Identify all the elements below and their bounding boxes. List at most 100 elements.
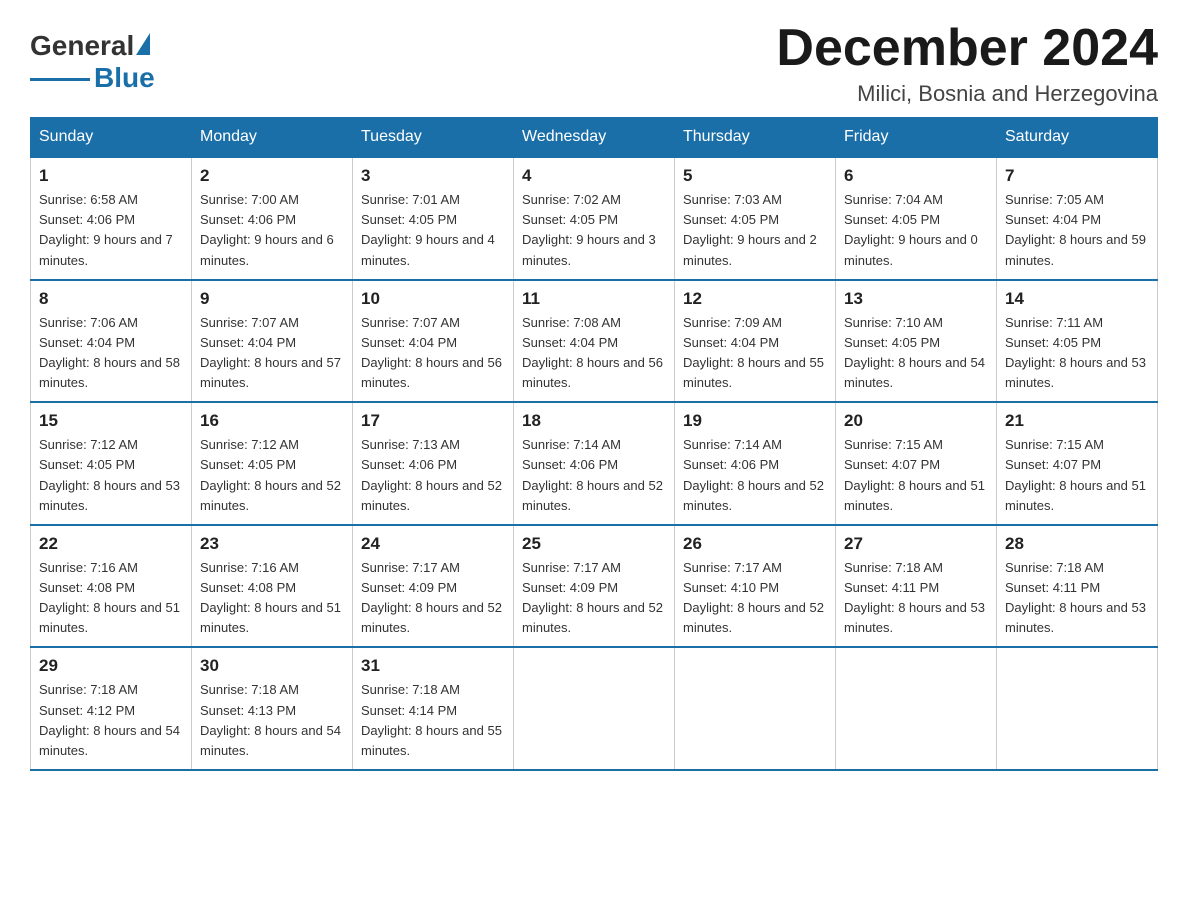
day-number: 20 (844, 411, 988, 431)
day-info: Sunrise: 7:15 AMSunset: 4:07 PMDaylight:… (1005, 435, 1149, 516)
day-info: Sunrise: 7:18 AMSunset: 4:14 PMDaylight:… (361, 680, 505, 761)
day-number: 1 (39, 166, 183, 186)
weekday-header: Monday (192, 118, 353, 158)
day-number: 26 (683, 534, 827, 554)
title-block: December 2024 Milici, Bosnia and Herzego… (776, 20, 1158, 107)
day-info: Sunrise: 7:17 AMSunset: 4:09 PMDaylight:… (361, 558, 505, 639)
day-info: Sunrise: 7:06 AMSunset: 4:04 PMDaylight:… (39, 313, 183, 394)
day-number: 4 (522, 166, 666, 186)
month-title: December 2024 (776, 20, 1158, 77)
day-info: Sunrise: 7:17 AMSunset: 4:09 PMDaylight:… (522, 558, 666, 639)
day-info: Sunrise: 7:05 AMSunset: 4:04 PMDaylight:… (1005, 190, 1149, 271)
calendar-cell: 11 Sunrise: 7:08 AMSunset: 4:04 PMDayligh… (514, 280, 675, 403)
day-number: 5 (683, 166, 827, 186)
calendar-cell (675, 647, 836, 770)
day-info: Sunrise: 7:14 AMSunset: 4:06 PMDaylight:… (522, 435, 666, 516)
calendar-cell: 25Sunrise: 7:17 AMSunset: 4:09 PMDayligh… (514, 525, 675, 648)
calendar-cell: 28 Sunrise: 7:18 AMSunset: 4:11 PMDayligh… (997, 525, 1158, 648)
day-info: Sunrise: 7:00 AMSunset: 4:06 PMDaylight:… (200, 190, 344, 271)
day-info: Sunrise: 7:16 AMSunset: 4:08 PMDaylight:… (200, 558, 344, 639)
day-number: 9 (200, 289, 344, 309)
calendar-cell: 26Sunrise: 7:17 AMSunset: 4:10 PMDayligh… (675, 525, 836, 648)
day-info: Sunrise: 7:12 AMSunset: 4:05 PMDaylight:… (39, 435, 183, 516)
day-info: Sunrise: 7:15 AMSunset: 4:07 PMDaylight:… (844, 435, 988, 516)
calendar-cell: 29 Sunrise: 7:18 AMSunset: 4:12 PMDayligh… (31, 647, 192, 770)
day-info: Sunrise: 7:04 AMSunset: 4:05 PMDaylight:… (844, 190, 988, 271)
calendar-header-row: SundayMondayTuesdayWednesdayThursdayFrid… (31, 118, 1158, 158)
calendar-cell: 16 Sunrise: 7:12 AMSunset: 4:05 PMDayligh… (192, 402, 353, 525)
day-number: 14 (1005, 289, 1149, 309)
calendar-cell (514, 647, 675, 770)
logo-triangle-icon (136, 33, 150, 55)
calendar-cell: 14 Sunrise: 7:11 AMSunset: 4:05 PMDayligh… (997, 280, 1158, 403)
day-number: 23 (200, 534, 344, 554)
day-number: 12 (683, 289, 827, 309)
calendar-cell: 22 Sunrise: 7:16 AMSunset: 4:08 PMDayligh… (31, 525, 192, 648)
day-info: Sunrise: 7:11 AMSunset: 4:05 PMDaylight:… (1005, 313, 1149, 394)
day-info: Sunrise: 7:18 AMSunset: 4:11 PMDaylight:… (1005, 558, 1149, 639)
day-number: 27 (844, 534, 988, 554)
calendar-week-row: 15Sunrise: 7:12 AMSunset: 4:05 PMDayligh… (31, 402, 1158, 525)
calendar-cell: 15Sunrise: 7:12 AMSunset: 4:05 PMDayligh… (31, 402, 192, 525)
calendar-cell: 10Sunrise: 7:07 AMSunset: 4:04 PMDayligh… (353, 280, 514, 403)
day-info: Sunrise: 7:10 AMSunset: 4:05 PMDaylight:… (844, 313, 988, 394)
logo-line (30, 78, 90, 81)
day-number: 7 (1005, 166, 1149, 186)
day-number: 29 (39, 656, 183, 676)
calendar-cell (836, 647, 997, 770)
day-number: 30 (200, 656, 344, 676)
calendar-cell: 1 Sunrise: 6:58 AMSunset: 4:06 PMDaylight… (31, 157, 192, 280)
calendar-cell: 19 Sunrise: 7:14 AMSunset: 4:06 PMDayligh… (675, 402, 836, 525)
logo-general-text: General (30, 30, 134, 62)
weekday-header: Wednesday (514, 118, 675, 158)
day-number: 19 (683, 411, 827, 431)
calendar-cell: 5Sunrise: 7:03 AMSunset: 4:05 PMDaylight… (675, 157, 836, 280)
calendar-cell: 3Sunrise: 7:01 AMSunset: 4:05 PMDaylight… (353, 157, 514, 280)
day-info: Sunrise: 7:02 AMSunset: 4:05 PMDaylight:… (522, 190, 666, 271)
day-number: 2 (200, 166, 344, 186)
day-info: Sunrise: 7:13 AMSunset: 4:06 PMDaylight:… (361, 435, 505, 516)
calendar-cell: 27 Sunrise: 7:18 AMSunset: 4:11 PMDayligh… (836, 525, 997, 648)
day-info: Sunrise: 7:12 AMSunset: 4:05 PMDaylight:… (200, 435, 344, 516)
calendar-cell: 17Sunrise: 7:13 AMSunset: 4:06 PMDayligh… (353, 402, 514, 525)
day-number: 10 (361, 289, 505, 309)
page-header: General Blue December 2024 Milici, Bosni… (30, 20, 1158, 107)
calendar-cell: 7 Sunrise: 7:05 AMSunset: 4:04 PMDaylight… (997, 157, 1158, 280)
calendar-week-row: 1 Sunrise: 6:58 AMSunset: 4:06 PMDaylight… (31, 157, 1158, 280)
day-info: Sunrise: 7:01 AMSunset: 4:05 PMDaylight:… (361, 190, 505, 271)
day-number: 18 (522, 411, 666, 431)
calendar-week-row: 8Sunrise: 7:06 AMSunset: 4:04 PMDaylight… (31, 280, 1158, 403)
location-title: Milici, Bosnia and Herzegovina (776, 81, 1158, 107)
day-info: Sunrise: 7:14 AMSunset: 4:06 PMDaylight:… (683, 435, 827, 516)
day-info: Sunrise: 6:58 AMSunset: 4:06 PMDaylight:… (39, 190, 183, 271)
day-info: Sunrise: 7:18 AMSunset: 4:11 PMDaylight:… (844, 558, 988, 639)
day-number: 11 (522, 289, 666, 309)
calendar-cell: 24 Sunrise: 7:17 AMSunset: 4:09 PMDayligh… (353, 525, 514, 648)
calendar-table: SundayMondayTuesdayWednesdayThursdayFrid… (30, 117, 1158, 771)
weekday-header: Thursday (675, 118, 836, 158)
calendar-cell: 21 Sunrise: 7:15 AMSunset: 4:07 PMDayligh… (997, 402, 1158, 525)
weekday-header: Friday (836, 118, 997, 158)
calendar-cell: 2 Sunrise: 7:00 AMSunset: 4:06 PMDaylight… (192, 157, 353, 280)
day-number: 28 (1005, 534, 1149, 554)
weekday-header: Tuesday (353, 118, 514, 158)
day-info: Sunrise: 7:08 AMSunset: 4:04 PMDaylight:… (522, 313, 666, 394)
calendar-cell: 30 Sunrise: 7:18 AMSunset: 4:13 PMDayligh… (192, 647, 353, 770)
calendar-week-row: 22 Sunrise: 7:16 AMSunset: 4:08 PMDayligh… (31, 525, 1158, 648)
day-number: 31 (361, 656, 505, 676)
calendar-cell: 18 Sunrise: 7:14 AMSunset: 4:06 PMDayligh… (514, 402, 675, 525)
day-number: 24 (361, 534, 505, 554)
day-number: 16 (200, 411, 344, 431)
day-number: 21 (1005, 411, 1149, 431)
calendar-cell: 20 Sunrise: 7:15 AMSunset: 4:07 PMDayligh… (836, 402, 997, 525)
calendar-cell (997, 647, 1158, 770)
day-info: Sunrise: 7:18 AMSunset: 4:13 PMDaylight:… (200, 680, 344, 761)
day-info: Sunrise: 7:07 AMSunset: 4:04 PMDaylight:… (200, 313, 344, 394)
day-info: Sunrise: 7:18 AMSunset: 4:12 PMDaylight:… (39, 680, 183, 761)
calendar-week-row: 29 Sunrise: 7:18 AMSunset: 4:12 PMDayligh… (31, 647, 1158, 770)
calendar-cell: 13Sunrise: 7:10 AMSunset: 4:05 PMDayligh… (836, 280, 997, 403)
day-info: Sunrise: 7:16 AMSunset: 4:08 PMDaylight:… (39, 558, 183, 639)
calendar-cell: 12 Sunrise: 7:09 AMSunset: 4:04 PMDayligh… (675, 280, 836, 403)
day-number: 22 (39, 534, 183, 554)
day-info: Sunrise: 7:09 AMSunset: 4:04 PMDaylight:… (683, 313, 827, 394)
